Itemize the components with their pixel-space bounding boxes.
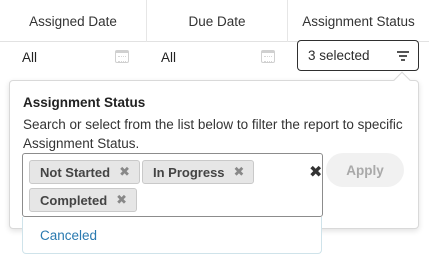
popover-caret (393, 71, 411, 89)
chip-label: Not Started (40, 164, 111, 180)
report-grid: Assigned Date Due Date Assignment Status… (0, 0, 429, 262)
chip-not-started: Not Started ✖ (29, 160, 140, 184)
chip-label: Completed (40, 192, 108, 208)
column-header-row: Assigned Date Due Date Assignment Status (0, 0, 429, 42)
calendar-icon[interactable] (261, 50, 275, 63)
remove-chip-icon[interactable]: ✖ (234, 164, 245, 180)
status-options-dropdown: Canceled (22, 217, 322, 254)
column-header-assigned-date[interactable]: Assigned Date (0, 0, 146, 42)
column-header-label: Assigned Date (29, 13, 117, 29)
column-header-label: Due Date (188, 13, 246, 29)
clear-all-icon[interactable]: ✖ (309, 162, 322, 182)
due-date-filter-value: All (161, 49, 177, 65)
popover-title: Assignment Status (23, 95, 146, 110)
chip-completed: Completed ✖ (29, 188, 138, 212)
assigned-date-filter-value: All (22, 49, 38, 65)
assignment-status-filter-value: 3 selected (308, 48, 370, 63)
apply-button[interactable]: Apply (326, 153, 404, 187)
assignment-status-popover: Assignment Status Search or select from … (9, 71, 419, 229)
remove-chip-icon[interactable]: ✖ (116, 192, 127, 208)
due-date-filter[interactable]: All (161, 42, 271, 72)
filter-icon[interactable] (397, 51, 409, 61)
column-header-due-date[interactable]: Due Date (147, 0, 287, 42)
column-header-assignment-status[interactable]: Assignment Status (288, 0, 429, 42)
calendar-icon[interactable] (115, 50, 129, 63)
column-header-label: Assignment Status (302, 13, 415, 29)
status-multiselect-input[interactable]: Not Started ✖ In Progress ✖ Completed ✖ … (22, 153, 323, 217)
assignment-status-filter[interactable]: 3 selected (297, 40, 419, 71)
remove-chip-icon[interactable]: ✖ (119, 164, 130, 180)
dropdown-option-canceled[interactable]: Canceled (40, 228, 97, 243)
chip-in-progress: In Progress ✖ (142, 160, 255, 184)
popover-description: Search or select from the list below to … (23, 117, 403, 151)
chip-label: In Progress (153, 164, 225, 180)
